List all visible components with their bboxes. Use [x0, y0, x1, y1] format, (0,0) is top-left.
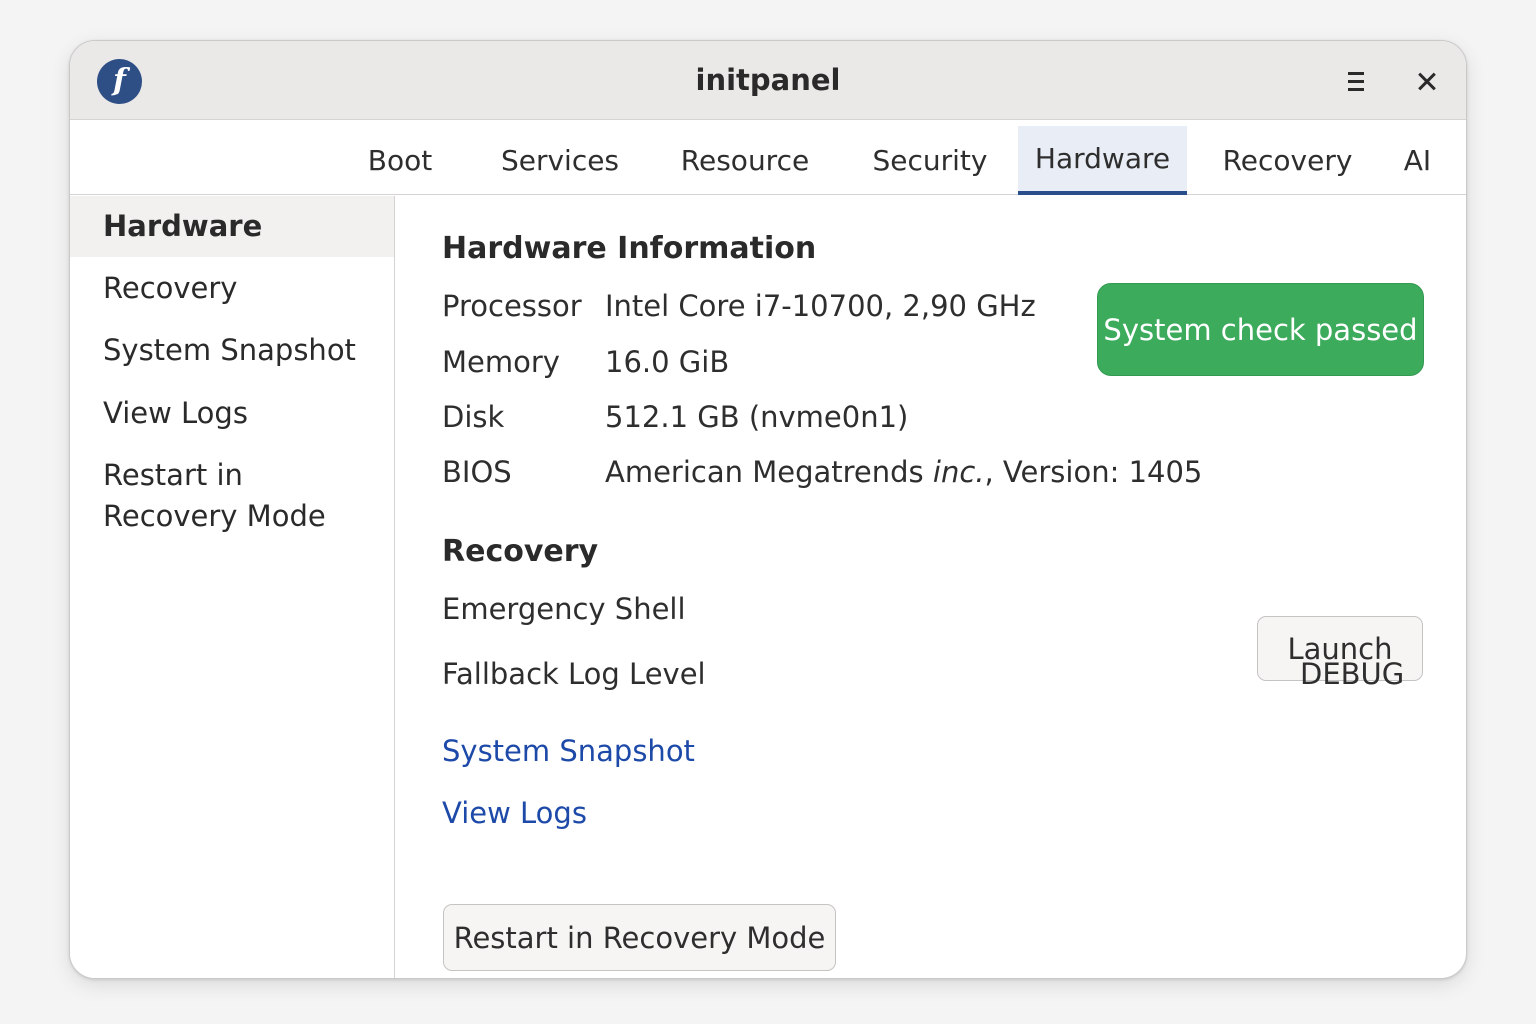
- system-snapshot-link[interactable]: System Snapshot: [442, 734, 695, 768]
- emergency-shell-label: Emergency Shell: [442, 592, 686, 626]
- title-bar: f initpanel: [70, 41, 1466, 120]
- close-icon[interactable]: [1410, 65, 1444, 99]
- memory-value: 16.0 GiB: [605, 345, 730, 379]
- recovery-heading: Recovery: [442, 534, 599, 569]
- view-logs-link[interactable]: View Logs: [442, 796, 587, 830]
- fallback-log-level-value[interactable]: DEBUG: [1300, 657, 1404, 691]
- tab-bar: Boot Services Resource Security Hardware…: [70, 120, 1466, 195]
- sidebar-item-recovery[interactable]: Recovery: [70, 268, 394, 309]
- tab-boot[interactable]: Boot: [350, 126, 450, 195]
- bios-value-italic: inc.: [932, 455, 985, 489]
- restart-recovery-button[interactable]: Restart in Recovery Mode: [443, 904, 836, 971]
- status-badge: System check passed: [1097, 283, 1424, 376]
- processor-label: Processor: [442, 289, 582, 323]
- app-window: f initpanel Boot Services Resource Secur…: [69, 40, 1467, 979]
- main-content: Hardware Information Processor Intel Cor…: [396, 196, 1466, 978]
- window-title: initpanel: [695, 63, 841, 97]
- tab-ai[interactable]: AI: [1390, 126, 1445, 195]
- hamburger-menu-icon[interactable]: [1340, 65, 1372, 97]
- tab-services[interactable]: Services: [490, 126, 630, 195]
- bios-value-prefix: American Megatrends: [605, 455, 933, 489]
- fallback-log-level-label: Fallback Log Level: [442, 657, 706, 691]
- bios-value: American Megatrends inc., Version: 1405: [605, 455, 1202, 489]
- disk-value: 512.1 GB (nvme0n1): [605, 400, 909, 434]
- tab-security[interactable]: Security: [860, 126, 1000, 195]
- bios-value-suffix: , Version: 1405: [984, 455, 1203, 489]
- sidebar: Hardware Recovery System Snapshot View L…: [70, 196, 395, 978]
- tab-recovery[interactable]: Recovery: [1210, 126, 1365, 195]
- sidebar-item-view-logs[interactable]: View Logs: [70, 393, 394, 434]
- tab-hardware[interactable]: Hardware: [1018, 126, 1187, 195]
- processor-value: Intel Core i7-10700, 2,90 GHz: [605, 289, 1036, 323]
- sidebar-item-system-snapshot[interactable]: System Snapshot: [70, 330, 394, 371]
- memory-label: Memory: [442, 345, 560, 379]
- bios-label: BIOS: [442, 455, 512, 489]
- sidebar-item-restart-recovery[interactable]: Restart in Recovery Mode: [70, 455, 394, 537]
- hardware-info-heading: Hardware Information: [442, 231, 817, 266]
- sidebar-item-hardware[interactable]: Hardware: [70, 196, 394, 257]
- disk-label: Disk: [442, 400, 505, 434]
- tab-resource[interactable]: Resource: [670, 126, 820, 195]
